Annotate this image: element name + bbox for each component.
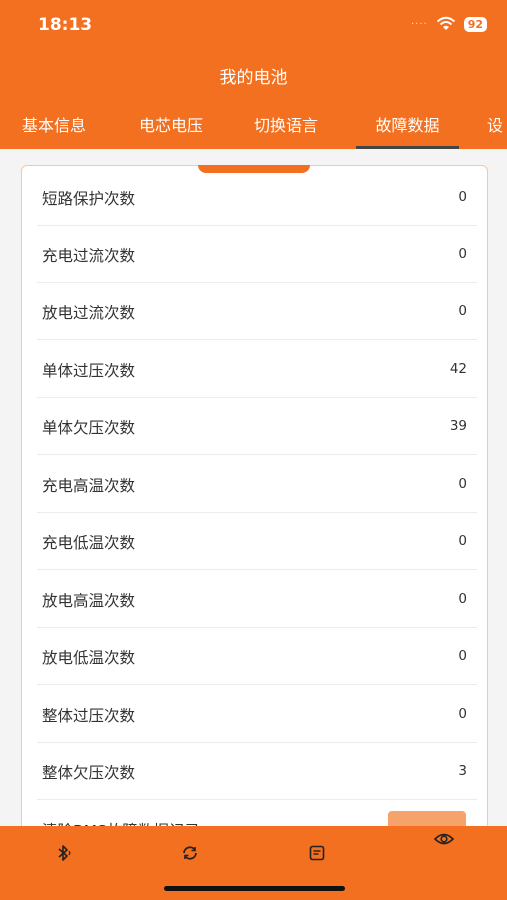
- fault-row: 单体欠压次数 39: [37, 397, 477, 455]
- fault-label: 放电过流次数: [42, 304, 136, 322]
- fault-value: 0: [458, 246, 467, 262]
- fault-label: 短路保护次数: [42, 190, 136, 208]
- tab-label: 电芯电压: [139, 116, 204, 135]
- fault-label: 整体欠压次数: [42, 764, 136, 782]
- page-title: 我的电池: [219, 68, 288, 88]
- fault-label: 充电低温次数: [42, 534, 136, 552]
- bluetooth-icon[interactable]: [55, 844, 73, 862]
- fault-label: 放电低温次数: [42, 649, 136, 667]
- fault-row: 充电过流次数 0: [37, 225, 477, 283]
- fault-label: 单体欠压次数: [42, 419, 136, 437]
- fault-value: 0: [458, 591, 467, 607]
- fault-label: 单体过压次数: [42, 362, 136, 380]
- status-icons: ···· 92: [411, 16, 487, 32]
- fault-row: 放电低温次数 0: [37, 627, 477, 685]
- tab-switch-language[interactable]: 切换语言: [254, 112, 318, 149]
- tab-label: 切换语言: [254, 116, 319, 135]
- fault-value: 0: [458, 189, 467, 205]
- fault-value: 3: [458, 763, 467, 779]
- tab-cell-voltage[interactable]: 电芯电压: [139, 112, 203, 149]
- fault-data-card: 短路保护次数 0 充电过流次数 0 放电过流次数 0 单体过压次数 42 单体欠…: [21, 165, 488, 867]
- fault-row: 放电过流次数 0: [37, 282, 477, 340]
- tab-label: 基本信息: [22, 116, 87, 135]
- fault-value: 42: [449, 361, 467, 377]
- fault-label: 放电高温次数: [42, 592, 136, 610]
- fault-row: 整体欠压次数 3: [37, 742, 477, 800]
- home-indicator: [164, 886, 345, 891]
- fault-row: 放电高温次数 0: [37, 570, 477, 628]
- tab-basic-info[interactable]: 基本信息: [22, 112, 86, 149]
- wifi-icon: [436, 16, 455, 30]
- fault-value: 0: [458, 648, 467, 664]
- tab-bar: 基本信息 电芯电压 切换语言 故障数据 设: [0, 112, 507, 149]
- fault-label: 整体过压次数: [42, 707, 136, 725]
- tab-label: 设: [487, 116, 504, 135]
- tab-settings[interactable]: 设: [487, 112, 503, 149]
- fault-value: 39: [449, 418, 467, 434]
- fault-row: 短路保护次数 0: [37, 168, 477, 226]
- fault-value: 0: [458, 706, 467, 722]
- fault-row: 整体过压次数 0: [37, 685, 477, 743]
- fault-label: 充电过流次数: [42, 247, 136, 265]
- app-header: 18:13 ···· 92 我的电池 基本信息 电芯电压 切换语言 故障数据 设: [0, 0, 507, 149]
- active-tab-indicator: [356, 146, 459, 149]
- fault-value: 0: [458, 533, 467, 549]
- fault-row: 充电低温次数 0: [37, 512, 477, 570]
- fault-value: 0: [458, 303, 467, 319]
- battery-indicator: 92: [463, 16, 487, 32]
- signal-icon: ····: [410, 18, 428, 30]
- fault-row: 单体过压次数 42: [37, 340, 477, 398]
- tab-fault-data[interactable]: 故障数据: [356, 112, 459, 149]
- fault-label: 充电高温次数: [42, 477, 136, 495]
- document-icon[interactable]: [308, 844, 326, 862]
- fault-row: 充电高温次数 0: [37, 455, 477, 513]
- eye-icon[interactable]: [434, 830, 454, 848]
- status-time: 18:13: [38, 15, 93, 35]
- card-notch: [198, 165, 310, 173]
- tab-label: 故障数据: [375, 116, 440, 135]
- refresh-icon[interactable]: [181, 844, 199, 862]
- fault-value: 0: [458, 476, 467, 492]
